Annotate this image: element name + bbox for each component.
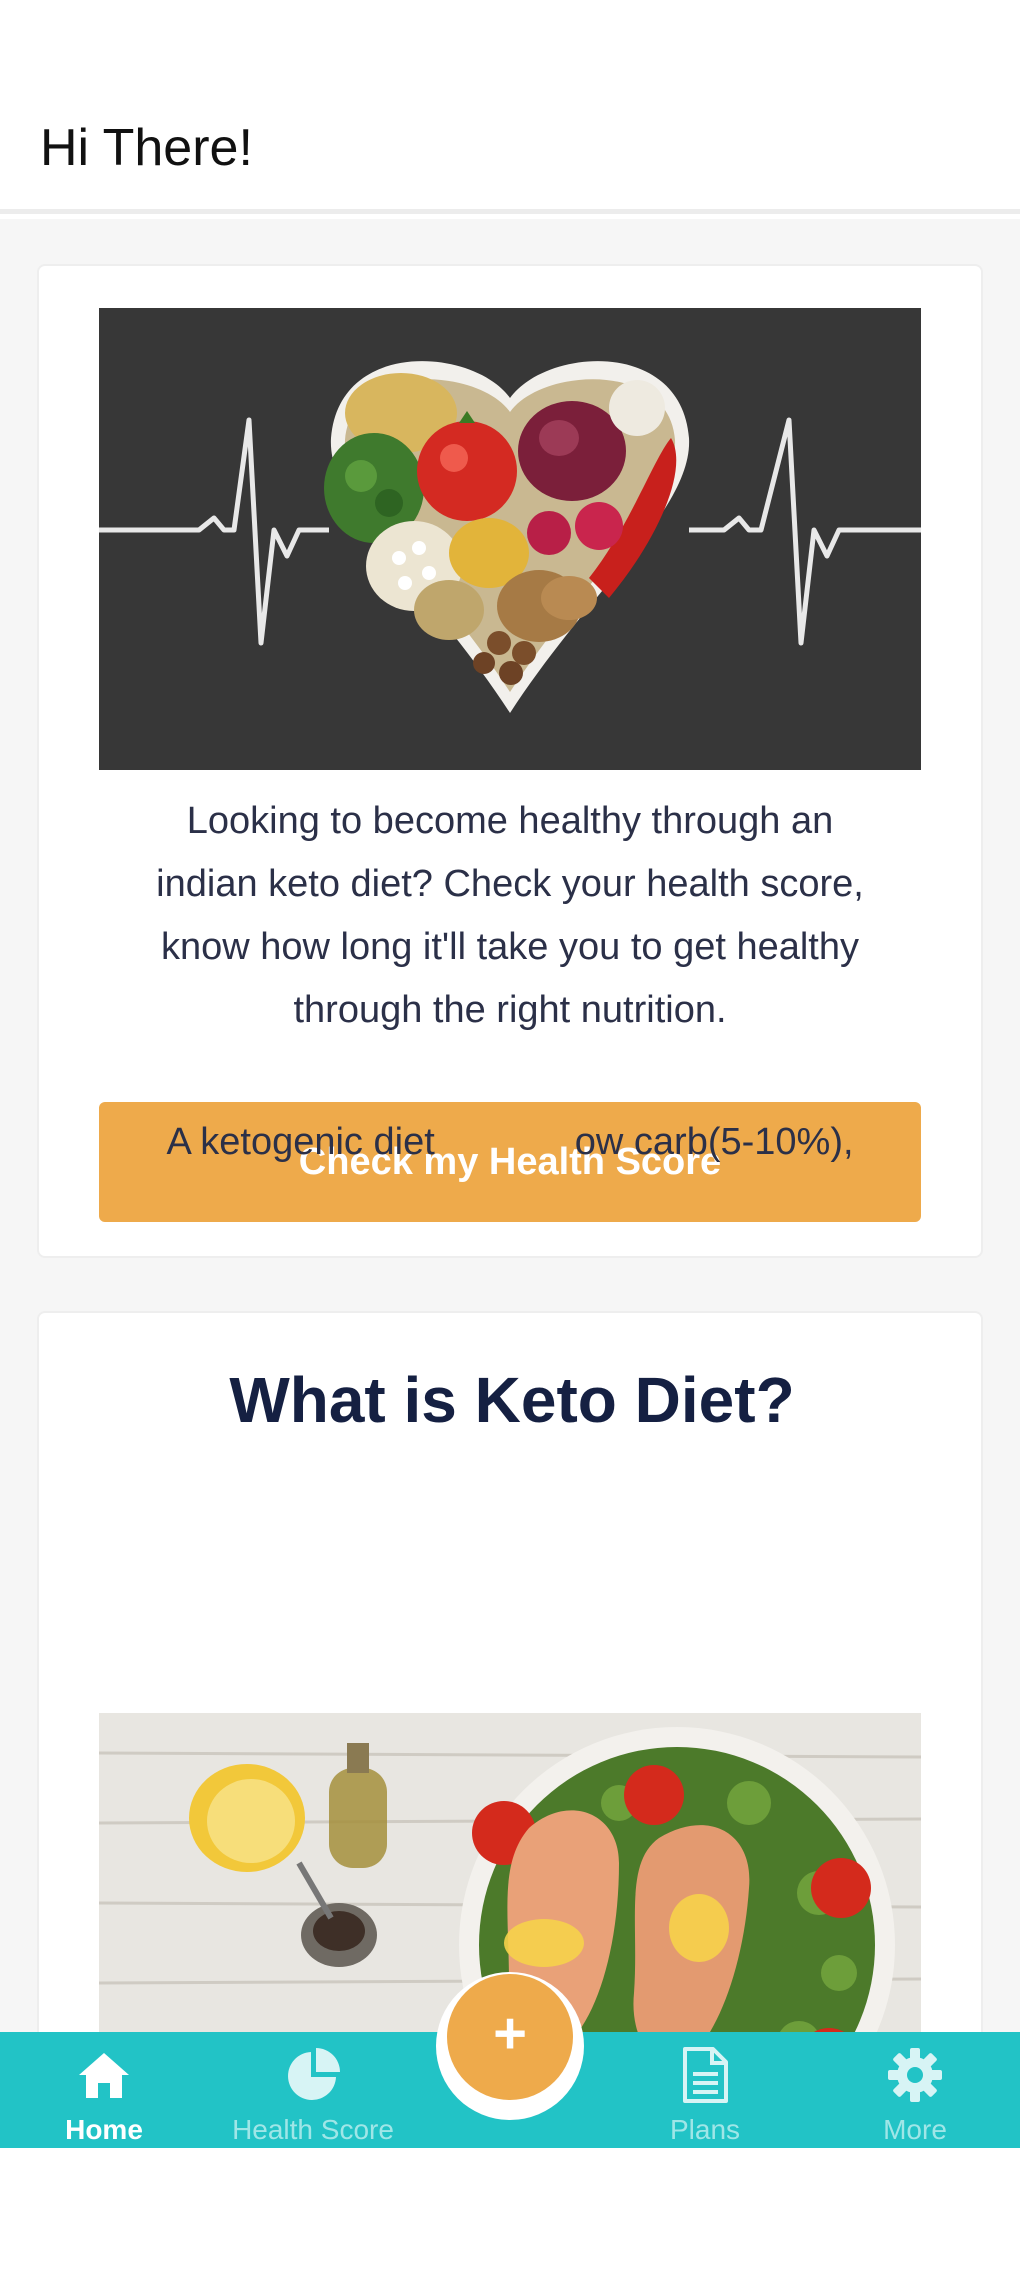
gear-icon <box>887 2046 943 2104</box>
home-icon <box>76 2046 132 2104</box>
plus-icon: + <box>493 2001 527 2066</box>
heart-vegetables-image <box>99 308 921 770</box>
add-button[interactable]: + <box>447 1974 573 2100</box>
nav-item-health-score[interactable]: Health Score <box>218 2032 408 2148</box>
top-header: Hi There! <box>0 0 1020 214</box>
keto-info-card: What is Keto Diet? <box>37 1311 983 2032</box>
nav-label-plans: Plans <box>669 2114 741 2145</box>
nav-item-home[interactable]: Home <box>9 2032 199 2148</box>
heart-vegetables-illustration <box>99 308 921 770</box>
pie-chart-icon <box>284 2046 342 2104</box>
health-score-description: Looking to become healthy through an ind… <box>156 800 864 1031</box>
health-score-card: Looking to become healthy through an ind… <box>37 264 983 1258</box>
nav-item-plans[interactable]: Plans <box>610 2032 800 2148</box>
nav-label-home: Home <box>65 2114 143 2145</box>
bottom-blank-area <box>0 2148 1020 2271</box>
nav-label-more: More <box>883 2114 947 2145</box>
document-icon <box>681 2046 729 2104</box>
content-feed[interactable]: Looking to become healthy through an ind… <box>0 219 1020 2032</box>
keto-teaser-text: A ketogenic diet ow carb(5-10%), <box>166 1121 854 1163</box>
nav-item-more[interactable]: More <box>820 2032 1010 2148</box>
greeting-title: Hi There! <box>40 119 253 177</box>
nav-label-health-score: Health Score <box>232 2114 394 2145</box>
keto-section-title: What is Keto Diet? <box>229 1364 795 1436</box>
